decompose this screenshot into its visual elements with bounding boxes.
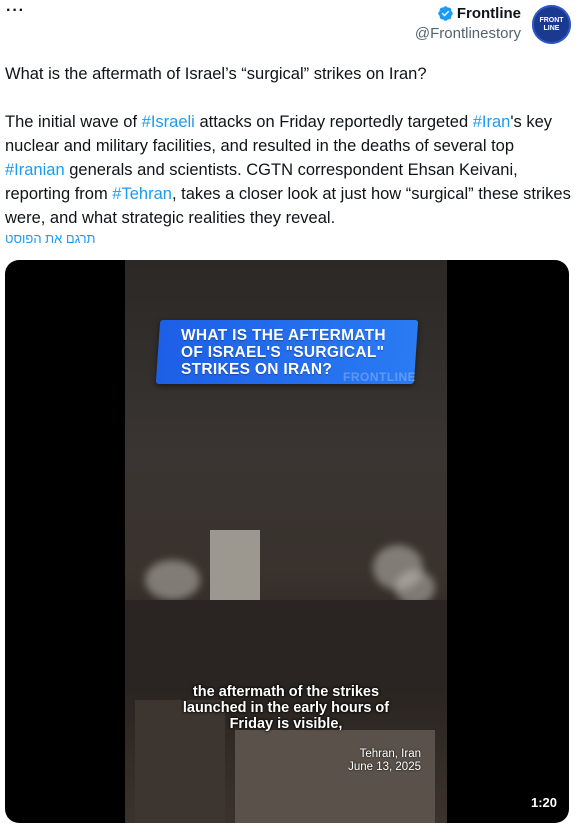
- watermark: FRONTLINE: [343, 370, 417, 384]
- translate-post-link[interactable]: תרגם את הפוסט: [5, 231, 96, 246]
- verified-badge-icon: [437, 5, 454, 22]
- date-text: June 13, 2025: [348, 761, 421, 773]
- video-player[interactable]: WHAT IS THE AFTERMATH OF ISRAEL'S "SURGI…: [5, 260, 569, 823]
- hashtag-tehran[interactable]: #Tehran: [112, 185, 172, 203]
- building: [210, 530, 260, 610]
- tweet-headline: What is the aftermath of Israel’s “surgi…: [5, 65, 427, 83]
- tweet-body: The initial wave of #Israeli attacks on …: [5, 110, 571, 230]
- tweet-text: What is the aftermath of Israel’s “surgi…: [5, 62, 571, 230]
- author-name[interactable]: Frontline: [457, 5, 521, 22]
- body-text: attacks on Friday reportedly targeted: [194, 113, 473, 131]
- avatar[interactable]: FRONT LINE: [532, 5, 571, 44]
- author-block[interactable]: Frontline @Frontlinestory: [415, 5, 521, 42]
- video-location-stamp: Tehran, Iran June 13, 2025: [348, 748, 421, 774]
- avatar-text-line1: FRONT: [539, 16, 564, 24]
- smoke-cloud: [145, 560, 200, 600]
- location-text: Tehran, Iran: [359, 748, 421, 760]
- body-text: The initial wave of: [5, 113, 142, 131]
- building: [125, 600, 447, 690]
- hashtag-iran[interactable]: #Iran: [473, 113, 511, 131]
- author-handle[interactable]: @Frontlinestory: [415, 25, 521, 42]
- avatar-text-line2: LINE: [543, 24, 560, 32]
- hashtag-iranian[interactable]: #Iranian: [5, 161, 65, 179]
- video-caption: the aftermath of the strikes launched in…: [182, 684, 390, 732]
- author-name-row: Frontline: [415, 5, 521, 22]
- video-frame[interactable]: WHAT IS THE AFTERMATH OF ISRAEL'S "SURGI…: [125, 260, 447, 823]
- hashtag-israeli[interactable]: #Israeli: [142, 113, 195, 131]
- more-options-button[interactable]: ···: [6, 2, 25, 20]
- building: [235, 730, 435, 823]
- video-duration: 1:20: [530, 795, 557, 810]
